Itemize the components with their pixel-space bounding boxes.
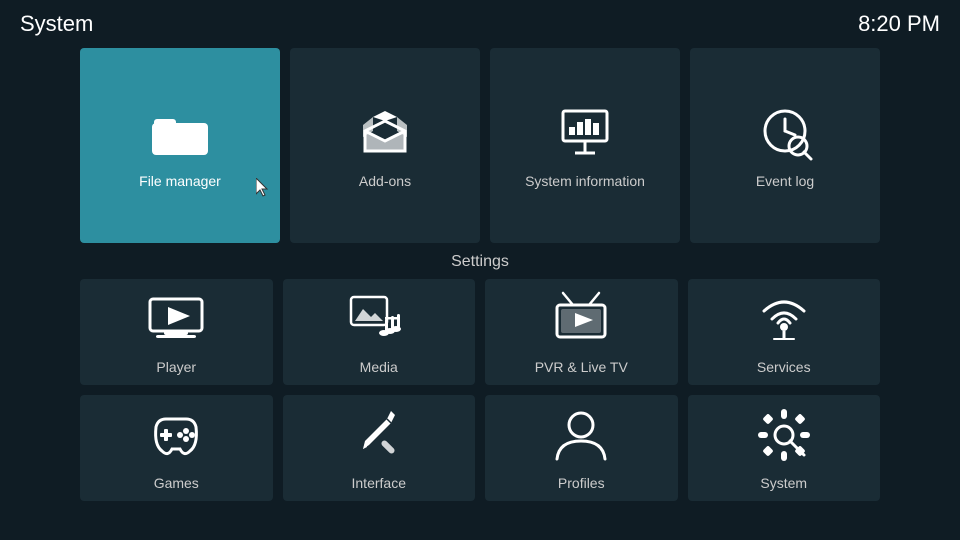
interface-icon [349,405,409,465]
games-tile[interactable]: Games [80,395,273,501]
system-info-tile[interactable]: System information [490,48,680,243]
media-label: Media [360,359,398,375]
addons-icon [355,103,415,163]
services-label: Services [757,359,811,375]
folder-icon [150,103,210,163]
top-bar: System 8:20 PM [0,0,960,48]
file-manager-tile[interactable]: File manager [80,48,280,243]
profiles-label: Profiles [558,475,605,491]
player-label: Player [156,359,196,375]
profiles-icon [551,405,611,465]
player-tile[interactable]: Player [80,279,273,385]
pvr-icon [551,289,611,349]
system-info-icon [555,103,615,163]
clock: 8:20 PM [858,11,940,37]
interface-tile[interactable]: Interface [283,395,476,501]
media-icon [349,289,409,349]
pvr-tile[interactable]: PVR & Live TV [485,279,678,385]
event-log-label: Event log [756,173,814,189]
addons-label: Add-ons [359,173,411,189]
event-log-tile[interactable]: Event log [690,48,880,243]
settings-grid: Player Media [0,279,960,501]
app-title: System [20,11,93,37]
top-tiles: Add-ons System information [290,48,880,243]
system-tile[interactable]: System [688,395,881,501]
settings-section-label: Settings [0,243,960,279]
pvr-label: PVR & Live TV [535,359,628,375]
system-label: System [760,475,807,491]
profiles-tile[interactable]: Profiles [485,395,678,501]
games-label: Games [154,475,199,491]
top-section: File manager Add-ons [0,48,960,243]
media-tile[interactable]: Media [283,279,476,385]
system-settings-icon [754,405,814,465]
player-icon [146,289,206,349]
addons-tile[interactable]: Add-ons [290,48,480,243]
interface-label: Interface [352,475,406,491]
file-manager-label: File manager [139,173,221,189]
system-info-label: System information [525,173,645,189]
games-icon [146,405,206,465]
services-tile[interactable]: Services [688,279,881,385]
services-icon [754,289,814,349]
event-log-icon [755,103,815,163]
